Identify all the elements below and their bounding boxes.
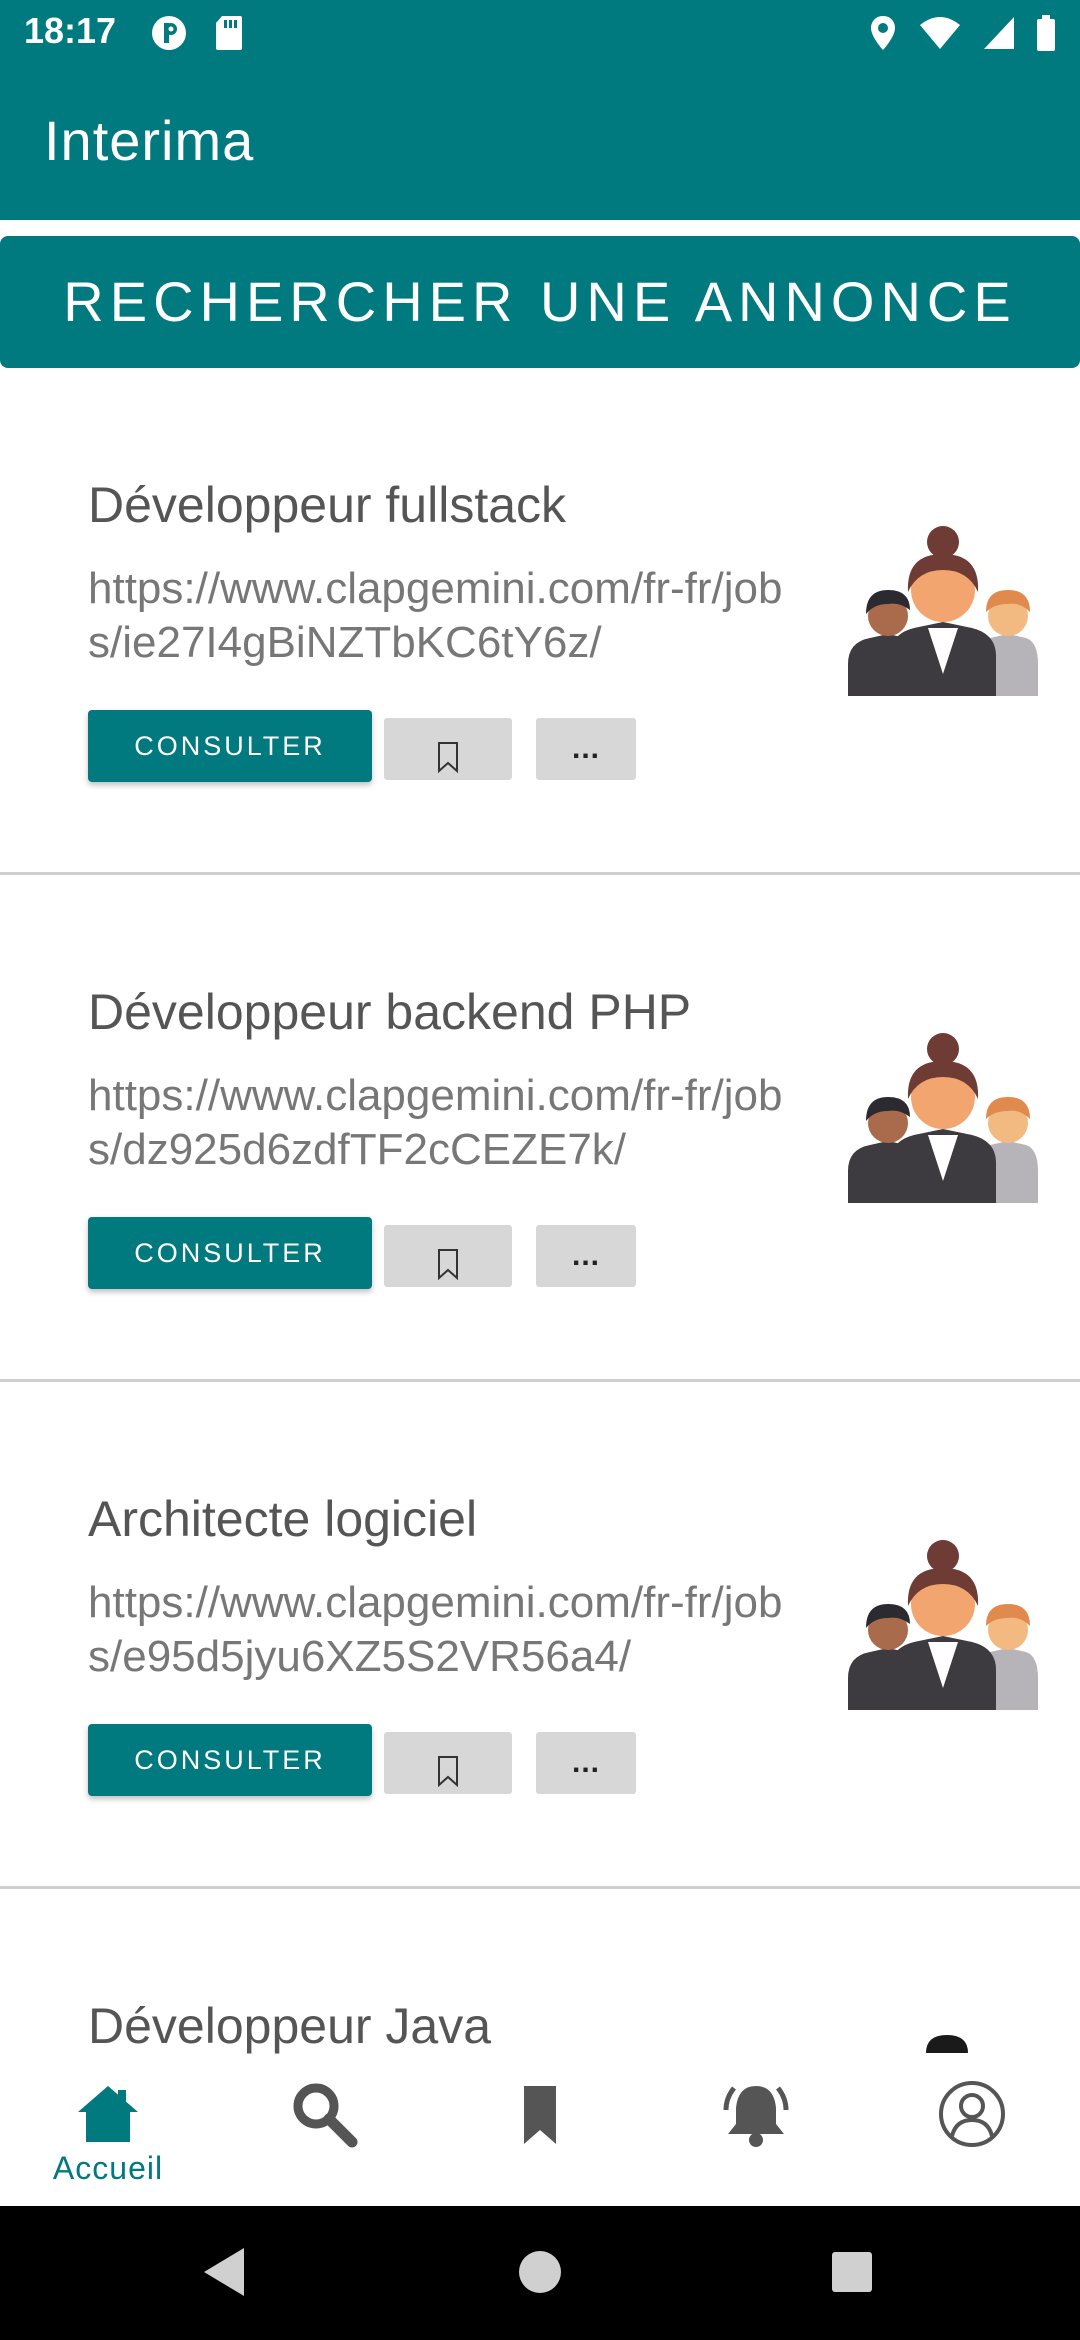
search-announcement-button[interactable]: RECHERCHER UNE ANNONCE (0, 236, 1080, 368)
nav-label-home: Accueil (52, 2150, 164, 2186)
more-options-button[interactable]: ... (536, 1732, 636, 1794)
save-job-button[interactable] (384, 718, 512, 780)
recents-icon[interactable] (828, 2244, 876, 2300)
consult-button[interactable]: CONSULTER (88, 1724, 372, 1796)
app-title: Interima (44, 109, 255, 172)
job-card: Développeur Java (0, 1889, 1080, 2058)
home-circle-icon[interactable] (514, 2244, 566, 2300)
more-options-label: ... (571, 732, 600, 765)
team-avatar-icon (848, 1033, 1038, 1203)
bottom-nav: Accueil (0, 2058, 1080, 2206)
bookmark-icon (524, 2086, 556, 2144)
job-url: https://www.clapgemini.com/fr-fr/jobs/dz… (88, 1071, 783, 1174)
more-options-button[interactable]: ... (536, 718, 636, 780)
job-url: https://www.clapgemini.com/fr-fr/jobs/e9… (88, 1578, 783, 1681)
app-bar: Interima (0, 66, 1080, 220)
profile-icon (939, 2081, 1005, 2147)
job-title: Développeur backend PHP (88, 984, 692, 1040)
save-job-button[interactable] (384, 1732, 512, 1794)
more-options-label: ... (571, 1239, 600, 1272)
job-title: Architecte logiciel (88, 1491, 478, 1547)
job-title: Développeur fullstack (88, 477, 567, 533)
consult-button[interactable]: CONSULTER (88, 710, 372, 782)
location-icon (871, 16, 895, 50)
bookmark-outline-icon (438, 1248, 458, 1280)
nav-item-profile[interactable] (864, 2058, 1080, 2206)
status-left-icons (150, 14, 244, 52)
back-icon[interactable] (200, 2244, 250, 2300)
more-options-button[interactable]: ... (536, 1225, 636, 1287)
battery-icon (1037, 15, 1055, 51)
sd-card-icon (216, 16, 242, 50)
status-bar: 18:17 (0, 0, 1080, 66)
nav-item-notifications[interactable] (648, 2058, 864, 2206)
consult-button[interactable]: CONSULTER (88, 1217, 372, 1289)
job-list[interactable]: Développeur fullstack https://www.clapge… (0, 368, 1080, 2058)
nav-item-search[interactable] (216, 2058, 432, 2206)
job-title: Développeur Java (88, 1998, 492, 2054)
signal-icon (984, 17, 1014, 49)
bookmark-outline-icon (438, 741, 458, 773)
p-circle-icon (152, 16, 186, 50)
job-card: Développeur fullstack https://www.clapge… (0, 368, 1080, 875)
more-options-label: ... (571, 1746, 600, 1779)
team-avatar-icon (926, 2035, 968, 2053)
job-card: Architecte logiciel https://www.clapgemi… (0, 1382, 1080, 1889)
home-icon (78, 2086, 138, 2142)
status-right-icons (868, 14, 1056, 52)
status-time: 18:17 (24, 10, 117, 51)
nav-item-saved[interactable] (432, 2058, 648, 2206)
bell-icon (723, 2086, 789, 2147)
bookmark-outline-icon (438, 1755, 458, 1787)
team-avatar-icon (848, 526, 1038, 696)
job-url: https://www.clapgemini.com/fr-fr/jobs/ie… (88, 564, 783, 667)
job-card: Développeur backend PHP https://www.clap… (0, 875, 1080, 1382)
wifi-icon (920, 17, 960, 49)
save-job-button[interactable] (384, 1225, 512, 1287)
search-icon (293, 2083, 358, 2148)
system-nav-bar (0, 2206, 1080, 2340)
team-avatar-icon (848, 1540, 1038, 1710)
nav-item-home[interactable]: Accueil (0, 2058, 216, 2206)
